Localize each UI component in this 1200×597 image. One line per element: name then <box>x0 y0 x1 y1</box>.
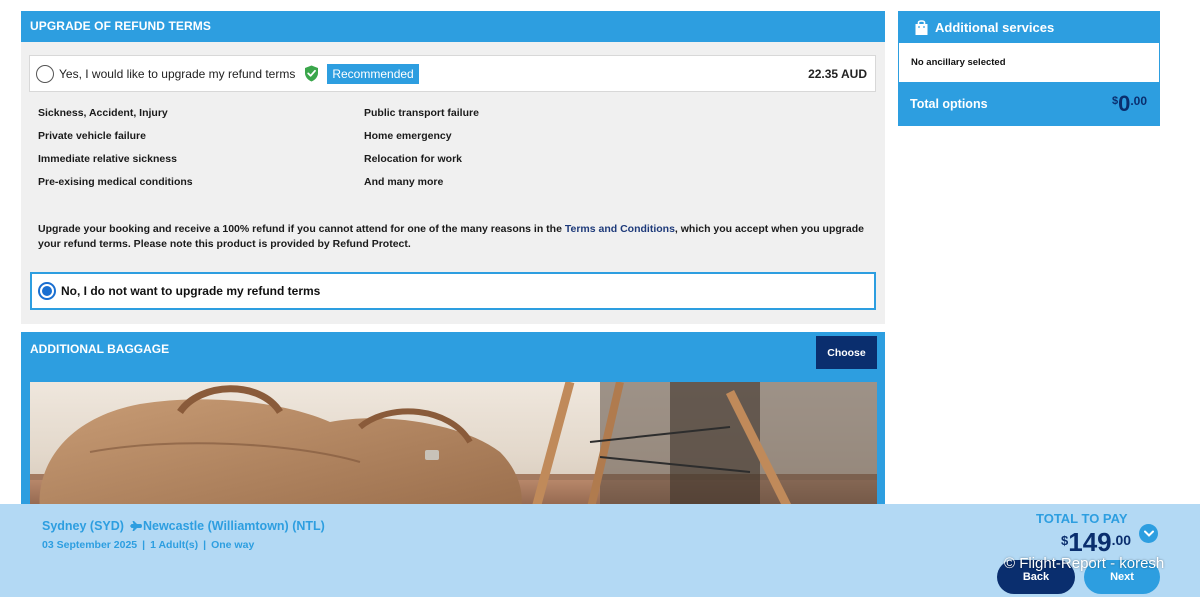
benefit-item: And many more <box>364 176 444 188</box>
additional-services-title: Additional services <box>935 19 1055 35</box>
total-options-whole: 0 <box>1118 90 1131 116</box>
choose-baggage-button[interactable]: Choose <box>816 336 877 369</box>
additional-services-panel: Additional services No ancillary selecte… <box>898 11 1160 126</box>
terms-and-conditions-link[interactable]: Terms and Conditions <box>565 223 675 235</box>
separator: | <box>203 539 207 551</box>
refund-yes-radio[interactable] <box>36 64 54 83</box>
shield-check-icon <box>304 65 319 82</box>
total-options-row: Total options $ 0 .00 <box>898 82 1160 125</box>
shopping-bag-icon <box>914 19 929 36</box>
separator: | <box>142 539 146 551</box>
total-options-label: Total options <box>910 96 988 111</box>
refund-upgrade-price: 22.35 AUD <box>808 66 867 81</box>
back-button[interactable]: Back <box>997 560 1075 594</box>
flight-route: Sydney (SYD) Newcastle (Williamtown) (NT… <box>42 519 325 533</box>
refund-section-title: UPGRADE OF REFUND TERMS <box>21 11 885 42</box>
flight-meta: 03 September 2025 | 1 Adult(s) | One way <box>42 539 254 551</box>
refund-benefits-list: Sickness, Accident, Injury Public transp… <box>38 107 738 188</box>
additional-baggage-section: ADDITIONAL BAGGAGE Choose <box>21 332 885 507</box>
refund-description-text: Upgrade your booking and receive a 100% … <box>38 223 565 235</box>
recommended-badge: Recommended <box>327 63 419 84</box>
total-whole: 149 <box>1068 527 1112 557</box>
additional-services-header: Additional services <box>898 11 1160 43</box>
refund-upgrade-yes-option[interactable]: Yes, I would like to upgrade my refund t… <box>29 55 876 92</box>
total-options-amount: $ 0 .00 <box>1112 90 1147 116</box>
baggage-photo <box>30 382 877 507</box>
benefit-item: Sickness, Accident, Injury <box>38 107 168 119</box>
refund-yes-label[interactable]: Yes, I would like to upgrade my refund t… <box>59 67 295 81</box>
flight-date: 03 September 2025 <box>42 539 138 551</box>
benefit-item: Public transport failure <box>364 107 479 119</box>
refund-no-label[interactable]: No, I do not want to upgrade my refund t… <box>61 284 320 298</box>
booking-options-page: UPGRADE OF REFUND TERMS Yes, I would lik… <box>0 0 1200 597</box>
chevron-down-icon[interactable] <box>1139 524 1158 543</box>
plane-icon <box>127 520 142 532</box>
total-to-pay-label: TOTAL TO PAY <box>1036 511 1128 526</box>
refund-upgrade-section: UPGRADE OF REFUND TERMS Yes, I would lik… <box>21 11 885 324</box>
booking-summary-bar: Sydney (SYD) Newcastle (Williamtown) (NT… <box>0 504 1200 597</box>
next-button[interactable]: Next <box>1084 560 1160 594</box>
no-ancillary-text: No ancillary selected <box>899 43 1159 82</box>
benefit-item: Pre-exising medical conditions <box>38 176 193 188</box>
total-to-pay-amount: $ 149 .00 <box>1061 529 1131 555</box>
benefit-item: Immediate relative sickness <box>38 153 177 165</box>
baggage-section-title: ADDITIONAL BAGGAGE <box>30 342 170 356</box>
refund-no-radio[interactable] <box>38 282 56 300</box>
total-currency: $ <box>1061 533 1069 548</box>
total-cents: .00 <box>1111 532 1132 548</box>
refund-upgrade-no-option[interactable]: No, I do not want to upgrade my refund t… <box>30 272 876 310</box>
total-options-cents: .00 <box>1130 93 1147 108</box>
trip-type: One way <box>211 539 255 551</box>
benefit-item: Private vehicle failure <box>38 130 146 142</box>
passenger-count: 1 Adult(s) <box>150 539 199 551</box>
benefit-item: Relocation for work <box>364 153 463 165</box>
benefit-item: Home emergency <box>364 130 452 142</box>
route-origin: Sydney (SYD) <box>42 519 124 533</box>
refund-description: Upgrade your booking and receive a 100% … <box>38 222 878 252</box>
route-destination: Newcastle (Williamtown) (NTL) <box>142 519 325 533</box>
